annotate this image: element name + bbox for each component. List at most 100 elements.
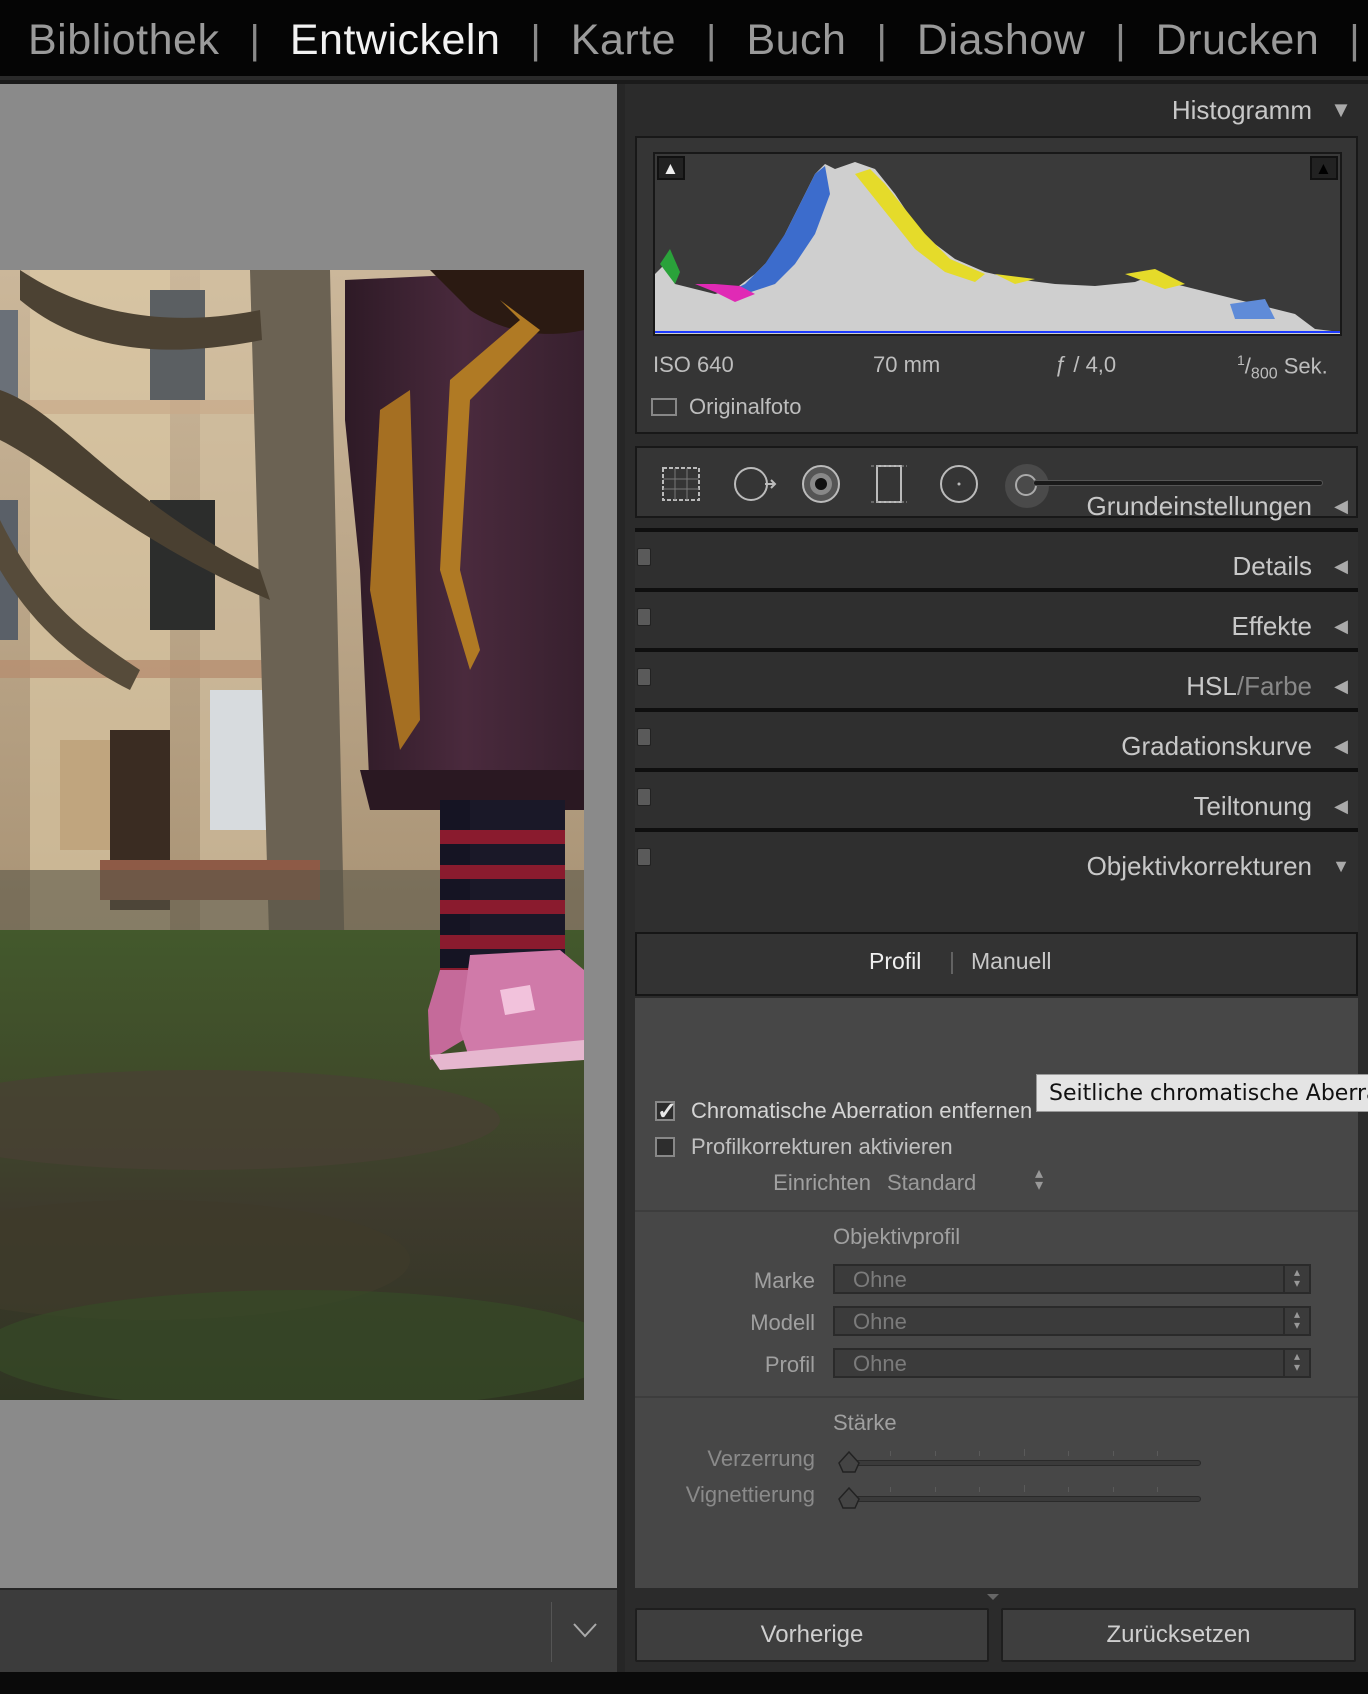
- original-photo-label: Originalfoto: [689, 394, 802, 419]
- histogram-header[interactable]: Histogramm ▼: [1172, 90, 1352, 130]
- remove-ca-row[interactable]: Chromatische Aberration entfernen: [655, 1097, 1032, 1126]
- collapse-triangle-icon[interactable]: ▼: [1330, 97, 1352, 123]
- radial-filter-icon[interactable]: [935, 460, 983, 508]
- reset-button[interactable]: Zurücksetzen: [1001, 1608, 1356, 1662]
- toolbar-divider: [551, 1602, 552, 1662]
- section-label: HSL/Farbe: [1186, 671, 1312, 702]
- panel-button-bar: Vorherige Zurücksetzen: [625, 1588, 1368, 1672]
- panel-divider[interactable]: [617, 84, 625, 1672]
- lens-correction-tabs: Profil | Manuell: [635, 932, 1358, 996]
- section-gradationskurve[interactable]: Gradationskurve ◀: [1121, 726, 1352, 766]
- section-label: Details: [1232, 550, 1312, 581]
- lightroom-develop-window: Bibliothek | Entwickeln | Karte | Buch |…: [0, 0, 1368, 1694]
- section-objektivkorrekturen[interactable]: Objektivkorrekturen ▼: [1087, 846, 1352, 886]
- enable-profile-row[interactable]: Profilkorrekturen aktivieren: [655, 1134, 953, 1160]
- section-label: Teiltonung: [1193, 790, 1312, 821]
- spot-removal-icon[interactable]: [729, 460, 777, 508]
- tab-manuell[interactable]: Manuell: [971, 948, 1052, 975]
- slider-tick: [1068, 1487, 1069, 1492]
- remove-ca-checkbox[interactable]: [655, 1097, 677, 1126]
- graduated-filter-icon[interactable]: [865, 460, 913, 508]
- slider-tick: [979, 1451, 980, 1456]
- hsl-tab[interactable]: HSL: [1186, 671, 1237, 701]
- section-toggle-switch[interactable]: [637, 848, 651, 866]
- module-diashow[interactable]: Diashow: [917, 16, 1085, 65]
- slider-thumb-icon[interactable]: [838, 1487, 860, 1509]
- expand-triangle-icon[interactable]: ◀: [1330, 676, 1352, 697]
- module-entwickeln[interactable]: Entwickeln: [290, 16, 501, 65]
- expand-triangle-icon[interactable]: ◀: [1330, 616, 1352, 637]
- section-teiltonung[interactable]: Teiltonung ◀: [1193, 786, 1352, 826]
- red-eye-icon[interactable]: [797, 460, 845, 508]
- adjustment-brush-icon[interactable]: [1005, 464, 1049, 508]
- expand-triangle-icon[interactable]: ◀: [1330, 496, 1352, 517]
- photo-image: [0, 270, 584, 1400]
- crop-tool-icon[interactable]: [657, 460, 705, 508]
- slider-tick: [1113, 1487, 1114, 1492]
- section-toggle-switch[interactable]: [637, 668, 651, 686]
- section-label: Objektivkorrekturen: [1086, 850, 1312, 881]
- module-separator: |: [706, 17, 717, 62]
- collapse-triangle-icon[interactable]: ▼: [1330, 856, 1352, 877]
- section-hsl-farbe[interactable]: HSL/Farbe ◀: [1186, 666, 1352, 706]
- module-karte[interactable]: Karte: [571, 16, 676, 65]
- vignettierung-slider[interactable]: [838, 1485, 1201, 1509]
- profil-select[interactable]: Ohne ▴ ▾: [833, 1348, 1311, 1378]
- select-stepper-icon: ▴ ▾: [1283, 1350, 1309, 1376]
- verzerrung-label: Verzerrung: [707, 1446, 815, 1471]
- toolbar-dropdown-icon[interactable]: [572, 1622, 598, 1638]
- previous-button[interactable]: Vorherige: [635, 1608, 989, 1662]
- module-separator: |: [876, 17, 887, 62]
- expand-triangle-icon[interactable]: ◀: [1330, 736, 1352, 757]
- divider: [635, 1210, 1358, 1212]
- section-toggle-switch[interactable]: [637, 728, 651, 746]
- module-separator: |: [249, 17, 260, 62]
- farbe-tab[interactable]: Farbe: [1244, 671, 1312, 701]
- module-drucken[interactable]: Drucken: [1156, 16, 1320, 65]
- shutter-speed-value: 1/800 Sek.: [1237, 352, 1328, 383]
- select-stepper-icon: ▴ ▾: [1283, 1308, 1309, 1334]
- section-toggle-switch[interactable]: [637, 608, 651, 626]
- section-toggle-switch[interactable]: [637, 788, 651, 806]
- modell-select[interactable]: Ohne ▴ ▾: [833, 1306, 1311, 1336]
- module-buch[interactable]: Buch: [746, 16, 846, 65]
- shadow-clipping-toggle[interactable]: ▲: [657, 156, 685, 180]
- hsl-separator: /: [1236, 670, 1245, 701]
- histogram-panel: ▲ ▲ ISO 640 70 mm ƒ / 4,0 1/800 Sek. Ori…: [635, 136, 1358, 434]
- setup-value[interactable]: Standard: [887, 1170, 976, 1196]
- enable-profile-checkbox[interactable]: [655, 1137, 675, 1157]
- tab-profil[interactable]: Profil: [869, 948, 921, 975]
- slider-thumb-icon[interactable]: [838, 1451, 860, 1473]
- module-separator: |: [1115, 17, 1126, 62]
- histogram-graph[interactable]: ▲ ▲: [653, 152, 1342, 336]
- profil-label: Profil: [764, 1352, 815, 1377]
- verzerrung-slider[interactable]: [838, 1449, 1201, 1473]
- expand-triangle-icon[interactable]: ◀: [1330, 796, 1352, 817]
- select-stepper-icon: ▴ ▾: [1283, 1266, 1309, 1292]
- original-photo-toggle[interactable]: Originalfoto: [651, 394, 802, 420]
- photo-preview[interactable]: [0, 270, 584, 1400]
- photo-viewer[interactable]: [0, 84, 617, 1588]
- setup-stepper-icon[interactable]: ▴ ▾: [1035, 1166, 1043, 1194]
- section-toggle-switch[interactable]: [637, 548, 651, 566]
- slider-tick: [1157, 1487, 1158, 1492]
- original-photo-checkbox[interactable]: [651, 398, 677, 416]
- setup-label: Einrichten: [773, 1170, 871, 1195]
- marke-select[interactable]: Ohne ▴ ▾: [833, 1264, 1311, 1294]
- section-grundeinstellungen[interactable]: Grundeinstellungen ◀: [1087, 486, 1353, 526]
- module-picker: Bibliothek | Entwickeln | Karte | Buch |…: [0, 0, 1368, 80]
- enable-profile-label: Profilkorrekturen aktivieren: [691, 1134, 953, 1159]
- develop-right-panel: Histogramm ▼ ▲ ▲ ISO 640 70 mm ƒ / 4,0 1…: [625, 84, 1368, 1672]
- section-effekte[interactable]: Effekte ◀: [1232, 606, 1352, 646]
- expand-triangle-icon[interactable]: ◀: [1330, 556, 1352, 577]
- tooltip: Seitliche chromatische Aberrat: [1036, 1074, 1368, 1112]
- iso-value: ISO 640: [653, 352, 734, 377]
- section-details[interactable]: Details ◀: [1233, 546, 1352, 586]
- module-bibliothek[interactable]: Bibliothek: [28, 16, 219, 65]
- modell-value: Ohne: [853, 1309, 907, 1334]
- lens-profile-heading: Objektivprofil: [833, 1224, 961, 1249]
- highlight-clipping-toggle[interactable]: ▲: [1310, 156, 1338, 180]
- slider-tick: [979, 1487, 980, 1492]
- section-label: Effekte: [1231, 610, 1312, 641]
- focal-length-value: 70 mm: [873, 352, 941, 377]
